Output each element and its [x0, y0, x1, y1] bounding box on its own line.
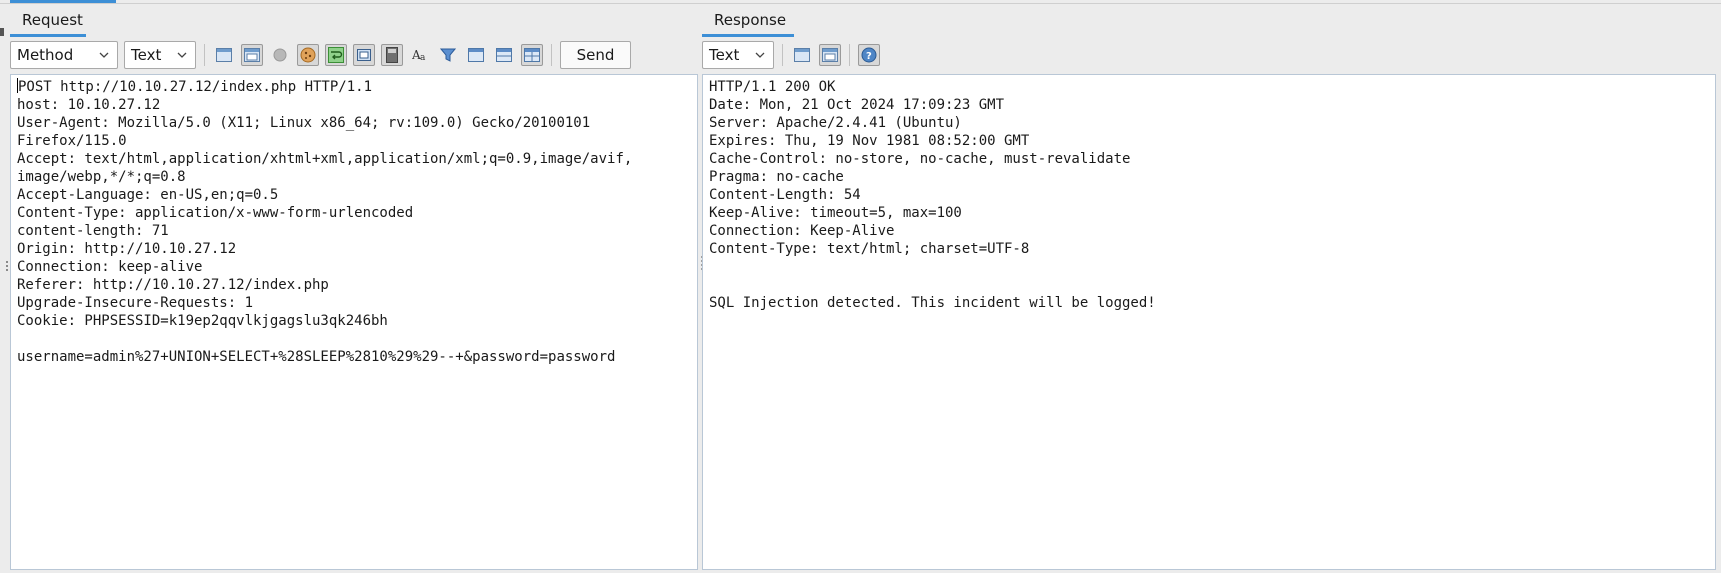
filter-icon[interactable] — [437, 44, 459, 66]
chevron-down-icon — [755, 52, 765, 58]
method-select[interactable]: Method — [10, 41, 118, 69]
request-tab-row: Request — [10, 4, 702, 37]
help-icon[interactable]: ? — [858, 44, 880, 66]
response-line — [709, 276, 1709, 294]
request-line: POST http://10.10.27.12/index.php HTTP/1… — [17, 78, 373, 95]
response-line: Content-Type: text/html; charset=UTF-8 — [709, 241, 1030, 257]
panel-2-icon[interactable] — [493, 44, 515, 66]
request-line: content-length: 71 — [17, 223, 169, 239]
response-line: Connection: Keep-Alive — [709, 223, 895, 239]
chevron-down-icon — [99, 52, 109, 58]
font-icon[interactable]: Aa — [409, 44, 431, 66]
request-editor[interactable]: POST http://10.10.27.12/index.php HTTP/1… — [10, 74, 698, 570]
chevron-down-icon — [177, 52, 187, 58]
panel-1-icon[interactable] — [465, 44, 487, 66]
toolbar-separator — [782, 44, 783, 66]
response-line: SQL Injection detected. This incident wi… — [709, 295, 1156, 311]
response-editor[interactable]: HTTP/1.1 200 OK Date: Mon, 21 Oct 2024 17… — [702, 74, 1716, 570]
request-format-select[interactable]: Text — [124, 41, 196, 69]
left-resize-handle[interactable] — [6, 259, 8, 273]
svg-text:?: ? — [866, 51, 872, 62]
cookie-icon[interactable] — [297, 44, 319, 66]
record-icon[interactable] — [269, 44, 291, 66]
request-line: Upgrade-Insecure-Requests: 1 — [17, 295, 254, 311]
request-toolbar: Method Text A a Send — [10, 36, 702, 74]
request-line: Connection: keep-alive — [17, 259, 203, 275]
response-line: Cache-Control: no-store, no-cache, must-… — [709, 151, 1131, 167]
toolbar-separator — [204, 44, 205, 66]
response-line: Expires: Thu, 19 Nov 1981 08:52:00 GMT — [709, 133, 1030, 149]
layout-vertical-icon[interactable] — [241, 44, 263, 66]
response-format-select[interactable]: Text — [702, 41, 774, 69]
request-line: Origin: http://10.10.27.12 — [17, 241, 237, 257]
layout-vertical-icon[interactable] — [819, 44, 841, 66]
request-line: Referer: http://10.10.27.12/index.php — [17, 277, 329, 293]
calculator-icon[interactable] — [381, 44, 403, 66]
request-line: Accept-Language: en-US,en;q=0.5 — [17, 187, 279, 203]
request-line: Content-Type: application/x-www-form-url… — [17, 205, 414, 221]
request-line: Firefox/115.0 — [17, 133, 127, 149]
response-line: Keep-Alive: timeout=5, max=100 — [709, 205, 962, 221]
tab-response[interactable]: Response — [702, 4, 794, 36]
http-editor-window: Request Method Text A a Send POST http:/… — [0, 0, 1721, 573]
request-pane: Request Method Text A a Send POST http:/… — [10, 4, 702, 573]
request-line: username=admin%27+UNION+SELECT+%28SLEEP%… — [17, 349, 616, 365]
response-format-value: Text — [709, 46, 740, 64]
tab-response-label: Response — [714, 11, 787, 29]
wrap-icon[interactable] — [325, 44, 347, 66]
response-line: Date: Mon, 21 Oct 2024 17:09:23 GMT — [709, 97, 1005, 113]
request-line: Accept: text/html,application/xhtml+xml,… — [17, 151, 633, 167]
request-line: Cookie: PHPSESSID=k19ep2qqvlkjgagslu3qk2… — [17, 313, 388, 329]
response-line: Content-Length: 54 — [709, 187, 861, 203]
request-line: host: 10.10.27.12 — [17, 97, 161, 113]
layout-horizontal-icon[interactable] — [791, 44, 813, 66]
request-line — [17, 330, 691, 348]
response-line: Server: Apache/2.4.41 (Ubuntu) — [709, 115, 962, 131]
request-format-value: Text — [131, 46, 162, 64]
response-toolbar: Text ? — [702, 36, 1721, 74]
request-line: User-Agent: Mozilla/5.0 (X11; Linux x86_… — [17, 115, 591, 131]
method-select-value: Method — [17, 46, 74, 64]
response-line: Pragma: no-cache — [709, 169, 844, 185]
tab-request[interactable]: Request — [10, 4, 86, 36]
text-cursor — [17, 78, 18, 93]
toolbar-separator — [849, 44, 850, 66]
layout-horizontal-icon[interactable] — [213, 44, 235, 66]
panel-edge-marker — [0, 28, 4, 36]
fit-icon[interactable] — [353, 44, 375, 66]
panel-3-icon[interactable] — [521, 44, 543, 66]
send-button[interactable]: Send — [560, 41, 631, 69]
svg-text:a: a — [420, 53, 426, 62]
response-pane: Response Text ? HTTP/1.1 200 OK Date: Mon… — [702, 4, 1721, 573]
tab-request-label: Request — [22, 11, 83, 29]
response-line: HTTP/1.1 200 OK — [709, 79, 836, 95]
response-line — [709, 258, 1709, 276]
toolbar-separator — [551, 44, 552, 66]
response-tab-row: Response — [702, 4, 1721, 37]
request-line: image/webp,*/*;q=0.8 — [17, 169, 186, 185]
